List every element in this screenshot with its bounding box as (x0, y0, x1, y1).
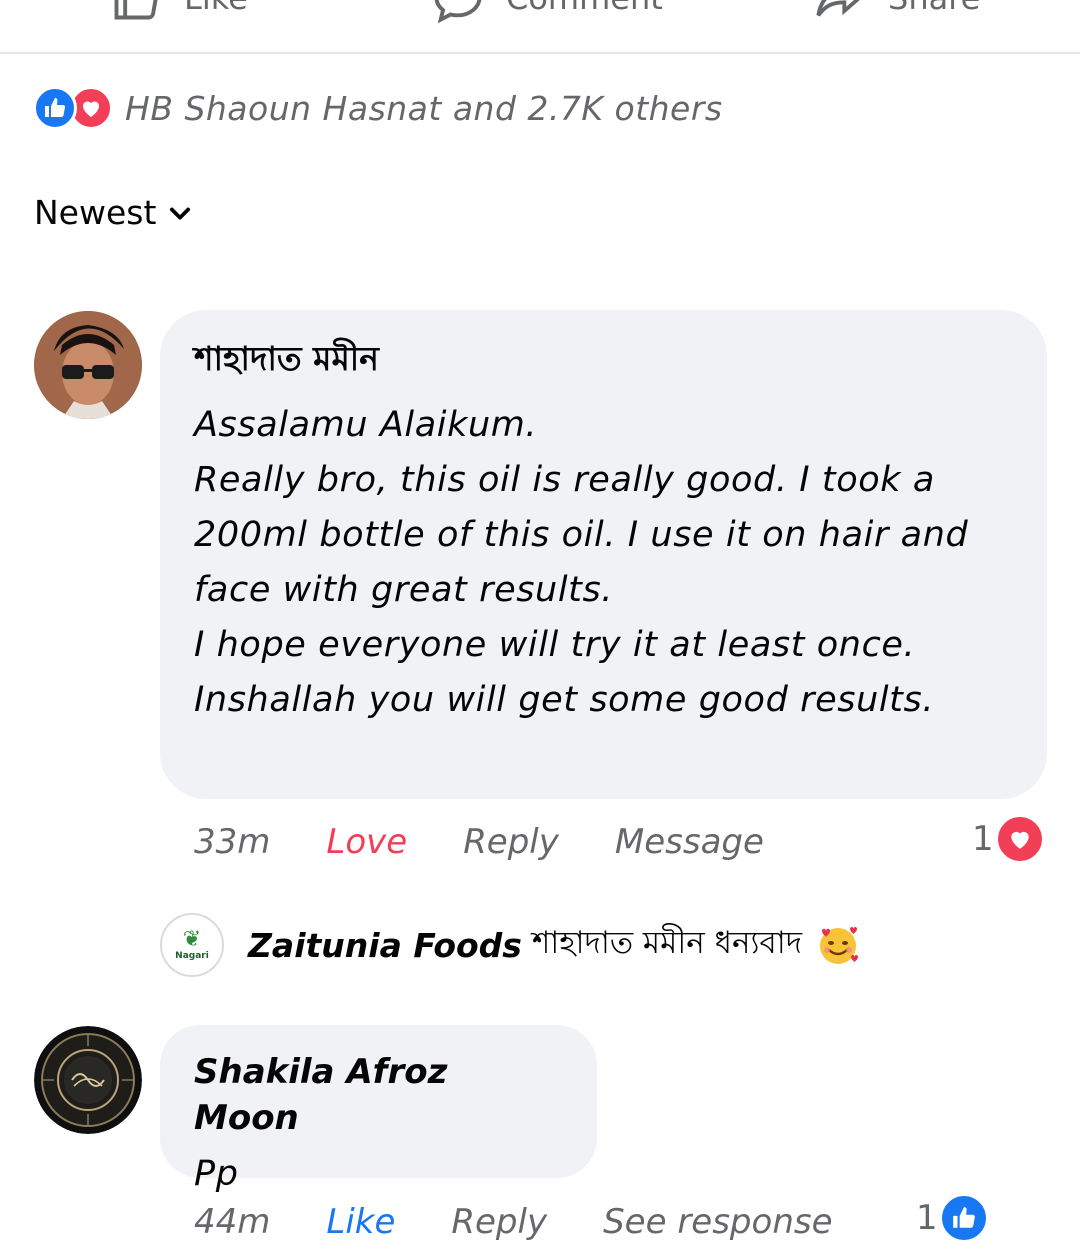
thumbs-up-icon (114, 0, 158, 20)
share-button[interactable]: Share (814, 0, 980, 18)
comment-time[interactable]: 33m (194, 822, 270, 862)
avatar[interactable]: ❦ Nagari (160, 913, 224, 977)
share-button-label: Share (888, 0, 980, 17)
message-button[interactable]: Message (615, 822, 764, 862)
comment-bubble: শাহাদাত মমীন Assalamu Alaikum. Really br… (160, 310, 1047, 799)
reply-button[interactable]: Reply (463, 822, 559, 862)
reply-item: ❦ Nagari Zaitunia Foods শাহাদাত মমীন ধন্… (160, 913, 860, 977)
comment-reaction-count[interactable]: 1 (916, 1194, 988, 1242)
reply-button[interactable]: Reply (451, 1202, 547, 1242)
comment-text: Assalamu Alaikum. Really bro, this oil i… (194, 405, 969, 720)
love-icon (995, 815, 1044, 863)
like-icon (939, 1194, 988, 1242)
smiling-face-with-hearts-icon (819, 927, 858, 964)
comment-actions: 44m Like Reply See response (194, 1202, 889, 1242)
comment-icon (434, 0, 482, 24)
chevron-down-icon (170, 207, 191, 220)
like-button-label: Like (184, 0, 248, 17)
comment-button-label: Comment (506, 0, 663, 17)
comment-button[interactable]: Comment (432, 0, 663, 24)
comment-bubble: Shakila Afroz Moon Pp (160, 1025, 597, 1194)
comment-author[interactable]: শাহাদাত মমীন (194, 336, 1013, 382)
comment-actions: 33m Love Reply Message (194, 822, 820, 862)
reply-text: শাহাদাত মমীন ধন্যবাদ (531, 925, 802, 961)
reactions-summary-text: HB Shaoun Hasnat and 2.7K others (125, 88, 723, 128)
comment-time[interactable]: 44m (194, 1202, 270, 1242)
like-button[interactable]: Like (110, 0, 248, 20)
avatar[interactable] (34, 311, 142, 419)
love-reaction-button[interactable]: Love (326, 822, 407, 862)
reactions-summary[interactable]: HB Shaoun Hasnat and 2.7K others (33, 86, 723, 130)
leaf-logo-icon: ❦ (182, 927, 202, 952)
see-response-button[interactable]: See response (603, 1202, 832, 1242)
comment-text: Pp (194, 1154, 239, 1194)
reaction-count-value: 1 (916, 1198, 938, 1238)
sort-label: Newest (34, 193, 157, 232)
avatar[interactable] (34, 1026, 142, 1134)
like-icon (33, 86, 77, 130)
comment-sort-dropdown[interactable]: Newest (34, 193, 194, 232)
reply-author[interactable]: Zaitunia Foods (248, 926, 522, 965)
avatar-logo-text: Nagari (175, 951, 209, 961)
like-reaction-button[interactable]: Like (326, 1202, 395, 1242)
share-icon (816, 0, 860, 17)
comment-reaction-count[interactable]: 1 (972, 815, 1044, 863)
comment-author[interactable]: Shakila Afroz Moon (194, 1049, 563, 1141)
post-action-bar: Like Comment Share (0, 0, 1080, 54)
reaction-count-value: 1 (972, 819, 994, 859)
